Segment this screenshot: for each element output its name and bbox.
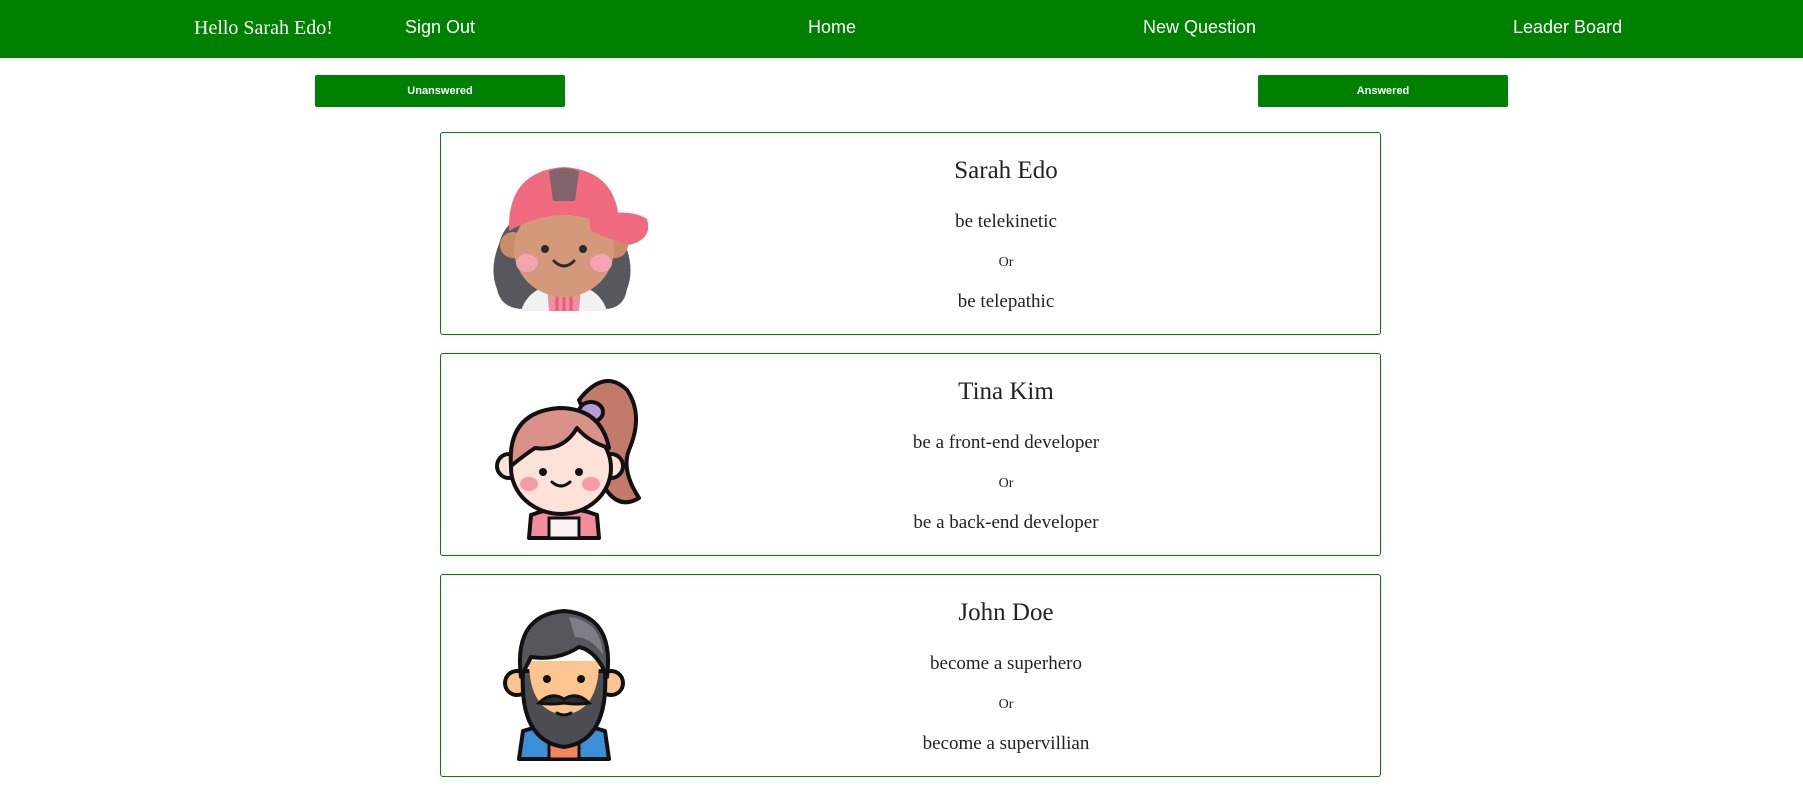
option-one-text: be telekinetic: [955, 211, 1057, 232]
answered-tab-button[interactable]: Answered: [1258, 75, 1508, 107]
question-author: John Doe: [958, 599, 1054, 626]
or-separator: Or: [998, 476, 1014, 491]
option-two-text: become a supervillian: [922, 733, 1090, 754]
bearded-man-avatar: [503, 609, 625, 761]
nav-leader-board-link[interactable]: Leader Board: [1513, 15, 1622, 39]
nav-home-link[interactable]: Home: [808, 15, 856, 39]
question-card[interactable]: Sarah Edo be telekinetic Or be telepathi…: [440, 132, 1381, 335]
question-card[interactable]: Tina Kim be a front-end developer Or be …: [440, 353, 1381, 556]
girl-with-pink-cap-avatar: [493, 167, 649, 311]
unanswered-tab-button[interactable]: Unanswered: [315, 75, 565, 107]
option-two-text: be a back-end developer: [913, 512, 1099, 533]
question-card[interactable]: John Doe become a superhero Or become a …: [440, 574, 1381, 777]
option-one-text: become a superhero: [930, 653, 1082, 674]
question-author: Tina Kim: [958, 378, 1054, 405]
sign-out-link[interactable]: Sign Out: [405, 15, 475, 39]
user-greeting: Hello Sarah Edo!: [194, 17, 333, 39]
option-one-text: be a front-end developer: [912, 432, 1100, 453]
girl-with-ponytail-avatar: [495, 379, 641, 540]
option-two-text: be telepathic: [957, 291, 1055, 312]
question-author: Sarah Edo: [954, 157, 1058, 184]
or-separator: Or: [998, 697, 1014, 712]
nav-new-question-link[interactable]: New Question: [1143, 15, 1256, 39]
or-separator: Or: [998, 255, 1014, 270]
top-navbar: Hello Sarah Edo! Sign Out Home New Quest…: [0, 0, 1803, 58]
